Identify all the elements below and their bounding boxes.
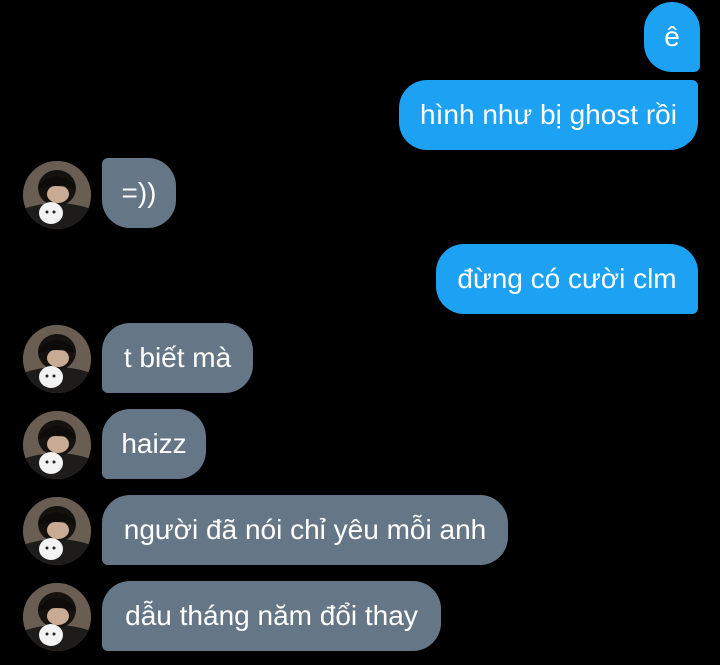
contact-avatar[interactable] [23,411,91,479]
avatar-photo-icon [23,325,91,393]
message-text: t biết mà [123,342,232,373]
sent-message-bubble[interactable]: ê [644,2,700,72]
message-text: người đã nói chỉ yêu mỗi anh [123,514,487,545]
message-text: hình như bị ghost rồi [420,99,677,130]
received-message-bubble[interactable]: =)) [102,158,176,228]
received-message-bubble[interactable]: t biết mà [102,323,253,393]
received-message-bubble[interactable]: dẫu tháng năm đổi thay [102,581,441,651]
received-message-bubble[interactable]: haizz [102,409,206,479]
message-text: dẫu tháng năm đổi thay [125,600,418,631]
message-text: ê [664,21,680,52]
message-text: =)) [121,177,157,208]
contact-avatar[interactable] [23,161,91,229]
contact-avatar[interactable] [23,325,91,393]
message-text: haizz [121,428,187,459]
message-text: đừng có cười clm [457,263,677,294]
sent-message-bubble[interactable]: đừng có cười clm [436,244,698,314]
avatar-photo-icon [23,411,91,479]
avatar-photo-icon [23,161,91,229]
avatar-photo-icon [23,583,91,651]
contact-avatar[interactable] [23,583,91,651]
contact-avatar[interactable] [23,497,91,565]
chat-thread: ê hình như bị ghost rồi =)) đừng có cười… [0,0,720,665]
avatar-photo-icon [23,497,91,565]
received-message-bubble[interactable]: người đã nói chỉ yêu mỗi anh [102,495,508,565]
sent-message-bubble[interactable]: hình như bị ghost rồi [399,80,698,150]
